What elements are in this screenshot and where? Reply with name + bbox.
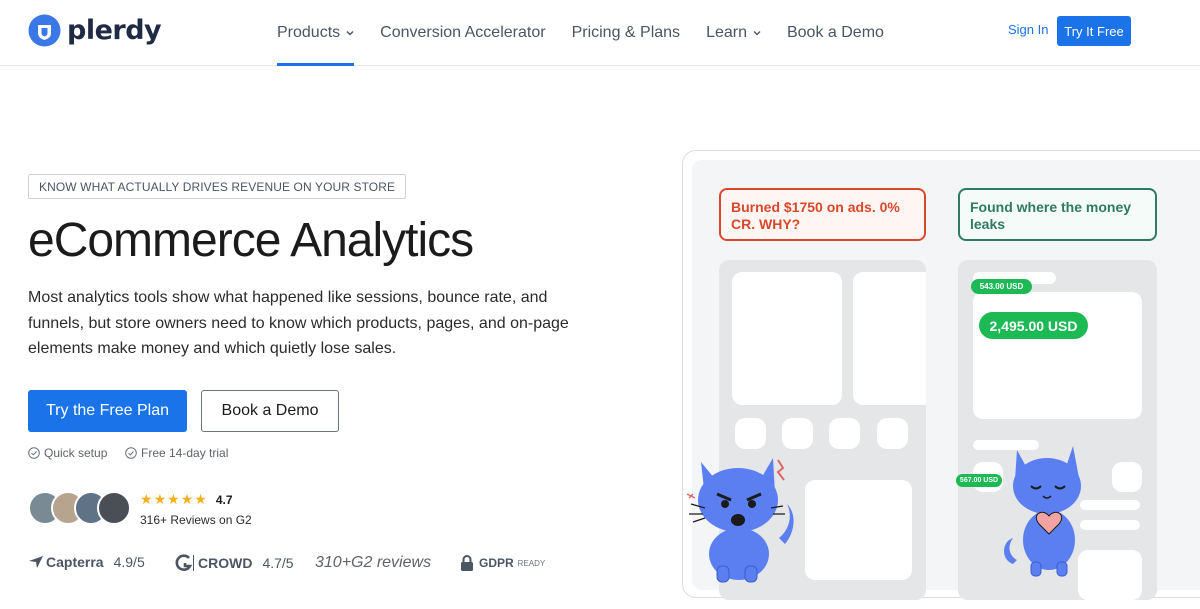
hero-description: Most analytics tools show what happened … [28, 289, 569, 357]
page-title: eCommerce Analytics [28, 214, 474, 267]
g2-crowd-badge: CROWD 4.7/5 [175, 554, 294, 572]
gdpr-label: GDPR [479, 556, 514, 570]
mock-product-card [853, 272, 926, 405]
chevron-down-icon [346, 31, 354, 36]
site-header: plerdy Products Conversion Accelerator P… [0, 0, 1200, 66]
gdpr-suffix: READY [517, 558, 546, 568]
avatar [97, 491, 131, 525]
main-nav: Products Conversion Accelerator Pricing … [277, 0, 910, 66]
happy-cat-icon [1004, 446, 1081, 577]
try-it-free-button[interactable]: Try It Free [1057, 16, 1131, 46]
sign-in-link[interactable]: Sign In [1008, 22, 1048, 37]
angry-cat-icon [686, 458, 794, 583]
nav-learn[interactable]: Learn [706, 0, 761, 66]
star-icon: ★ [167, 491, 181, 507]
capterra-score: 4.9/5 [113, 554, 145, 570]
g2-rating: ★ ★ ★ ★ ★ 4.7 316+ Reviews on G2 [140, 491, 252, 527]
nav-book-demo[interactable]: Book a Demo [787, 0, 884, 66]
mock-thumb [782, 418, 813, 449]
price-tag-large: 2,495.00 USD [979, 312, 1088, 339]
mock-product-card [732, 272, 842, 405]
nav-conversion-accelerator[interactable]: Conversion Accelerator [380, 0, 545, 66]
mock-product-card [805, 480, 912, 580]
nav-products-label: Products [277, 24, 341, 41]
capterra-icon [29, 556, 43, 568]
rating-reviews: 316+ Reviews on G2 [140, 513, 252, 527]
chevron-down-icon [753, 31, 761, 36]
mock-thumb [1112, 462, 1142, 492]
capterra-badge: Capterra 4.9/5 [28, 554, 145, 570]
reviewer-avatars [28, 491, 132, 527]
try-free-plan-button[interactable]: Try the Free Plan [28, 390, 187, 432]
star-half-icon: ★ [194, 491, 208, 507]
problem-bubble: Burned $1750 on ads. 0% CR. WHY? [719, 188, 926, 241]
star-icon: ★ [140, 491, 154, 507]
nav-pricing-label: Pricing & Plans [571, 24, 681, 41]
plerdy-logo-icon [28, 14, 61, 47]
logo-text: plerdy [67, 15, 162, 46]
nav-book-demo-label: Book a Demo [786, 24, 884, 41]
nav-learn-label: Learn [706, 24, 747, 41]
price-tag-side: 567.00 USD [956, 474, 1002, 487]
g2-reviews-badge: 310+G2 reviews [315, 554, 431, 572]
lock-icon [461, 555, 473, 571]
crowd-label: CROWD [198, 555, 253, 571]
g2-icon [175, 554, 194, 571]
nav-pricing[interactable]: Pricing & Plans [572, 0, 681, 66]
feature-free-trial: Free 14-day trial [125, 446, 228, 460]
gdpr-badge: GDPR READY [460, 554, 545, 572]
nav-conversion-label: Conversion Accelerator [380, 24, 546, 41]
crowd-score: 4.7/5 [262, 555, 294, 571]
book-demo-button[interactable]: Book a Demo [201, 390, 339, 432]
star-icon: ★ [180, 491, 195, 507]
g2-reviews-count: 310+G2 reviews [315, 554, 432, 571]
hero-kicker: KNOW WHAT ACTUALLY DRIVES REVENUE ON YOU… [28, 174, 407, 199]
check-circle-icon [125, 447, 137, 459]
star-icon: ★ [153, 491, 168, 507]
price-tag-small: 543.00 USD [971, 279, 1032, 294]
mock-thumb [829, 418, 860, 449]
check-circle-icon [28, 447, 40, 459]
feature-quick-setup: Quick setup [28, 446, 107, 460]
star-rating: ★ ★ ★ ★ ★ 4.7 [140, 491, 252, 508]
solution-bubble: Found where the money leaks [958, 188, 1157, 241]
mock-thumb [877, 418, 908, 449]
feature-free-trial-label: Free 14-day trial [141, 446, 229, 460]
capterra-label: Capterra [46, 554, 104, 570]
feature-quick-setup-label: Quick setup [44, 446, 108, 460]
nav-products[interactable]: Products [277, 0, 355, 66]
logo[interactable]: plerdy [28, 14, 162, 47]
rating-score: 4.7 [215, 492, 233, 507]
mock-thumb [735, 418, 766, 449]
